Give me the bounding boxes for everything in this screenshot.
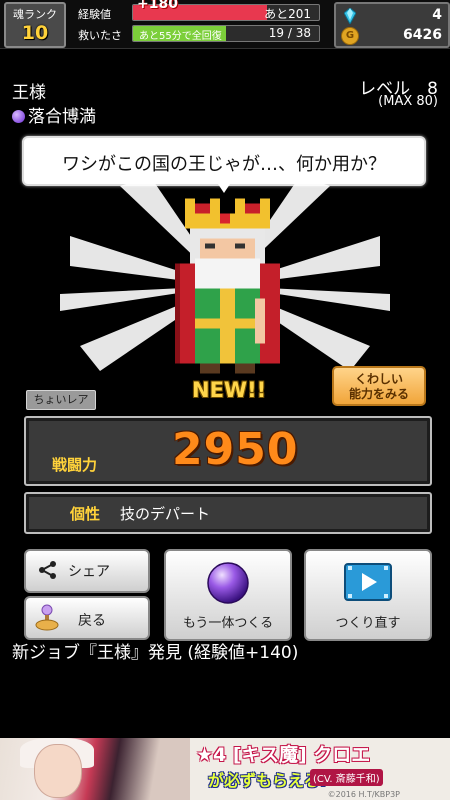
gem-icon — [344, 8, 356, 24]
soul-rank-value: 10 — [21, 22, 49, 44]
soul-rank-box: 魂ランク 10 — [4, 2, 66, 48]
share-icon — [39, 561, 56, 579]
coin-count: 6426 — [403, 27, 442, 43]
owner-name-text: 落合博満 — [28, 107, 96, 127]
coin-icon: G — [341, 27, 359, 45]
ad-banner[interactable]: ★4 [キス魔] クロエ が必ずもらえる! (CV. 斎藤千和) ©2016 H… — [0, 738, 450, 800]
make-another-button[interactable]: もう一体つくる — [164, 549, 292, 641]
share-button[interactable]: シェア — [24, 549, 150, 593]
power-panel: 戦闘力 2950 — [24, 416, 432, 486]
back-button[interactable]: 戻る — [24, 596, 150, 640]
exp-gain-badge: +180 — [137, 0, 178, 12]
ad-subline: が必ずもらえる! — [208, 771, 327, 790]
soul-rank-label: 魂ランク — [13, 8, 57, 21]
job-name: 王様 — [12, 83, 46, 103]
currency-box[interactable]: 4 G 6426 — [334, 2, 450, 48]
discovery-message: 新ジョブ『王様』発見 (経験値+140) — [12, 643, 299, 663]
ad-character-face — [34, 744, 82, 798]
back-icon — [35, 604, 59, 631]
video-icon — [344, 563, 392, 601]
remake-button[interactable]: つくり直す — [304, 549, 432, 641]
make-another-label: もう一体つくる — [182, 616, 274, 631]
gem-count: 4 — [432, 7, 442, 23]
orb-icon — [12, 110, 25, 123]
speech-text: ワシがこの国の王じゃが…、何か用か？ — [62, 154, 386, 175]
share-label: シェア — [68, 564, 110, 580]
purple-orb-icon — [207, 562, 249, 604]
rescue-bar: あと55分で全回復 19 / 38 — [132, 25, 320, 42]
ad-character-art — [0, 738, 190, 800]
power-value: 2950 — [172, 424, 299, 475]
trait-value: 技のデパート — [120, 505, 211, 523]
rescue-label: 救いたさ — [78, 29, 122, 42]
ad-copyright: ©2016 H.T/KBP3P — [327, 790, 400, 799]
rescue-count: 19 / 38 — [268, 26, 311, 40]
owner-name: 落合博満 — [12, 102, 96, 127]
trait-panel: 個性 技のデパート — [24, 492, 432, 534]
view-details-button[interactable]: くわしい 能力をみる — [332, 366, 426, 406]
ad-headline: ★4 [キス魔] クロエ — [196, 744, 371, 766]
rescue-timer: あと55分で全回復 — [139, 31, 222, 42]
exp-remaining: あと201 — [264, 7, 311, 21]
king-sprite — [175, 198, 280, 374]
ad-cv: (CV. 斎藤千和) — [310, 769, 383, 786]
trait-label: 個性 — [70, 505, 101, 523]
new-badge: NEW!! — [192, 378, 267, 402]
exp-label: 経験値 — [78, 8, 111, 21]
back-label: 戻る — [78, 613, 106, 629]
level-max: (MAX 80) — [378, 94, 438, 109]
power-label: 戦闘力 — [52, 456, 98, 474]
remake-label: つくり直す — [335, 616, 401, 631]
view-details-label: くわしい 能力をみる — [348, 372, 409, 401]
status-bar: 魂ランク 10 経験値 あと201 +180 救いたさ あと55分で全回復 19… — [0, 0, 450, 49]
rarity-badge: ちょいレア — [26, 390, 96, 410]
